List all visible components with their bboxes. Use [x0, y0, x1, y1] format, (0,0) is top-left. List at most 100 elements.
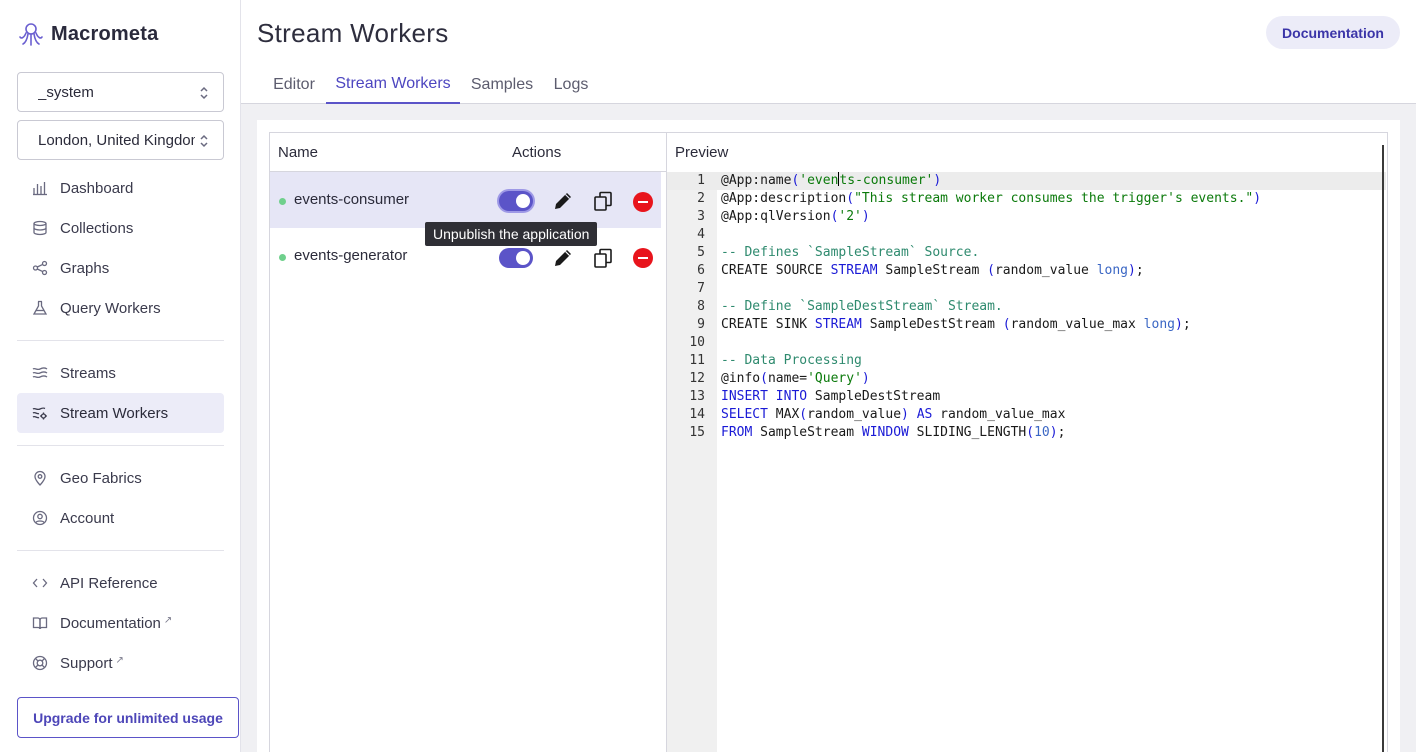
tooltip: Unpublish the application — [425, 222, 598, 246]
copy-icon[interactable] — [592, 190, 614, 212]
region-select[interactable]: London, United Kingdom — [17, 120, 224, 160]
sidebar-item-query-workers[interactable]: Query Workers — [17, 288, 224, 328]
upgrade-button[interactable]: Upgrade for unlimited usage — [17, 697, 239, 738]
code-token: -- Defines `SampleStream` Source. — [721, 245, 980, 260]
copy-icon[interactable] — [592, 247, 614, 269]
delete-icon[interactable] — [633, 192, 653, 212]
code-token: STREAM — [814, 317, 862, 332]
code-token: random_value_max — [1010, 317, 1144, 332]
code-token: ( — [760, 371, 768, 386]
sidebar-item-dashboard[interactable]: Dashboard — [17, 168, 224, 208]
region-select-value: London, United Kingdom — [38, 131, 195, 149]
tab-stream-workers[interactable]: Stream Workers — [326, 66, 460, 104]
code-token: SampleDestStream — [807, 389, 941, 404]
code-token: random_value_max — [932, 407, 1066, 422]
code-line[interactable]: 4 — [667, 226, 1382, 244]
sidebar-item-account[interactable]: Account — [17, 498, 224, 538]
flask-icon — [32, 300, 48, 315]
code-token: MAX — [767, 407, 800, 422]
code-token: SampleStream — [752, 425, 862, 440]
sidebar-item-geo-fabrics[interactable]: Geo Fabrics — [17, 458, 224, 498]
updown-chevron-icon — [200, 134, 208, 148]
waves-icon — [32, 367, 48, 379]
code-line[interactable]: 8 -- Define `SampleDestStream` Stream. — [667, 298, 1382, 316]
sidebar-item-graphs[interactable]: Graphs — [17, 248, 224, 288]
line-number: 6 — [697, 263, 705, 278]
code-token: -- Define `SampleDestStream` Stream. — [721, 299, 1003, 314]
code-token: "This stream worker consumes the trigger… — [854, 191, 1254, 206]
sidebar-divider — [17, 445, 224, 446]
code-line[interactable]: 6 CREATE SOURCE STREAM SampleStream (rand… — [667, 262, 1382, 280]
code-token: CREATE SOURCE — [721, 263, 831, 278]
database-select[interactable]: _system — [17, 72, 224, 112]
code-token: 10 — [1034, 425, 1050, 440]
code-token: STREAM — [830, 263, 878, 278]
tab-logs[interactable]: Logs — [544, 66, 598, 104]
sidebar-item-documentation[interactable]: Documentation ↗ — [17, 603, 224, 643]
column-header-name: Name — [278, 143, 319, 161]
tab-editor[interactable]: Editor — [259, 66, 329, 104]
sidebar-item-label: Dashboard — [60, 179, 134, 197]
code-line[interactable]: 14 SELECT MAX(random_value) AS random_val… — [667, 406, 1382, 424]
code-line[interactable]: 11 -- Data Processing — [667, 352, 1382, 370]
user-circle-icon — [32, 510, 48, 526]
delete-icon[interactable] — [633, 248, 653, 268]
pencil-icon[interactable] — [552, 190, 574, 212]
line-number: 12 — [689, 371, 705, 386]
toggle-knob — [516, 194, 530, 208]
code-line[interactable]: 5 -- Defines `SampleStream` Source. — [667, 244, 1382, 262]
octopus-logo-icon — [19, 23, 43, 46]
pencil-icon[interactable] — [552, 247, 574, 269]
worker-name[interactable]: events-consumer — [294, 191, 409, 208]
code-token: 'Query' — [807, 371, 862, 386]
sidebar-item-label: Support — [60, 654, 113, 672]
publish-toggle[interactable] — [499, 248, 533, 268]
code-token: ) — [1253, 191, 1262, 206]
sidebar-item-label: Documentation — [60, 614, 161, 632]
code-token: ( — [1002, 317, 1011, 332]
line-number: 5 — [697, 245, 705, 260]
worker-name[interactable]: events-generator — [294, 247, 407, 264]
line-number: 14 — [689, 407, 705, 422]
line-number: 10 — [689, 335, 705, 350]
brand-logo[interactable]: Macrometa — [17, 20, 158, 48]
code-token: FROM — [721, 425, 753, 440]
table-row[interactable]: events-consumer — [270, 172, 661, 228]
code-line[interactable]: 12 @info(name='Query') — [667, 370, 1382, 388]
tab-bar: Editor Stream Workers Samples Logs — [241, 66, 1416, 104]
code-token: '2' — [838, 209, 862, 224]
sidebar-item-label: Streams — [60, 364, 116, 382]
code-line[interactable]: 9 CREATE SINK STREAM SampleDestStream (ra… — [667, 316, 1382, 334]
sidebar-item-support[interactable]: Support ↗ — [17, 643, 224, 683]
code-line[interactable]: 13 INSERT INTO SampleDestStream — [667, 388, 1382, 406]
code-token: SELECT — [721, 407, 768, 422]
publish-toggle[interactable] — [499, 191, 533, 211]
code-token: WINDOW — [861, 425, 909, 440]
code-token: ) — [933, 173, 942, 188]
sidebar-item-streams[interactable]: Streams — [17, 353, 224, 393]
sidebar-item-stream-workers[interactable]: Stream Workers — [17, 393, 224, 433]
code-token: ) — [1128, 263, 1136, 278]
documentation-button[interactable]: Documentation — [1266, 16, 1400, 49]
tab-samples[interactable]: Samples — [464, 66, 540, 104]
updown-chevron-icon — [200, 86, 208, 100]
code-line[interactable]: 1 @App:name('events-consumer') — [667, 172, 1382, 190]
code-line[interactable]: 2 @App:description("This stream worker co… — [667, 190, 1382, 208]
code-line[interactable]: 15 FROM SampleStream WINDOW SLIDING_LENGT… — [667, 424, 1382, 442]
code-token: @App:description — [721, 191, 847, 206]
code-line[interactable]: 7 — [667, 280, 1382, 298]
sidebar-item-api-reference[interactable]: API Reference — [17, 563, 224, 603]
sidebar-item-label: API Reference — [60, 574, 158, 592]
sidebar-item-collections[interactable]: Collections — [17, 208, 224, 248]
sidebar-item-label: Geo Fabrics — [60, 469, 142, 487]
toggle-knob — [516, 251, 530, 265]
code-line[interactable]: 3 @App:qlVersion('2') — [667, 208, 1382, 226]
code-token: SampleStream — [877, 263, 988, 278]
code-line[interactable]: 10 — [667, 334, 1382, 352]
code-token: ts-consumer' — [839, 173, 934, 188]
code-token: -- Data Processing — [721, 353, 862, 368]
external-link-icon: ↗ — [163, 614, 173, 626]
external-link-icon: ↗ — [115, 654, 124, 666]
editor-scrollbar[interactable] — [1382, 145, 1384, 752]
